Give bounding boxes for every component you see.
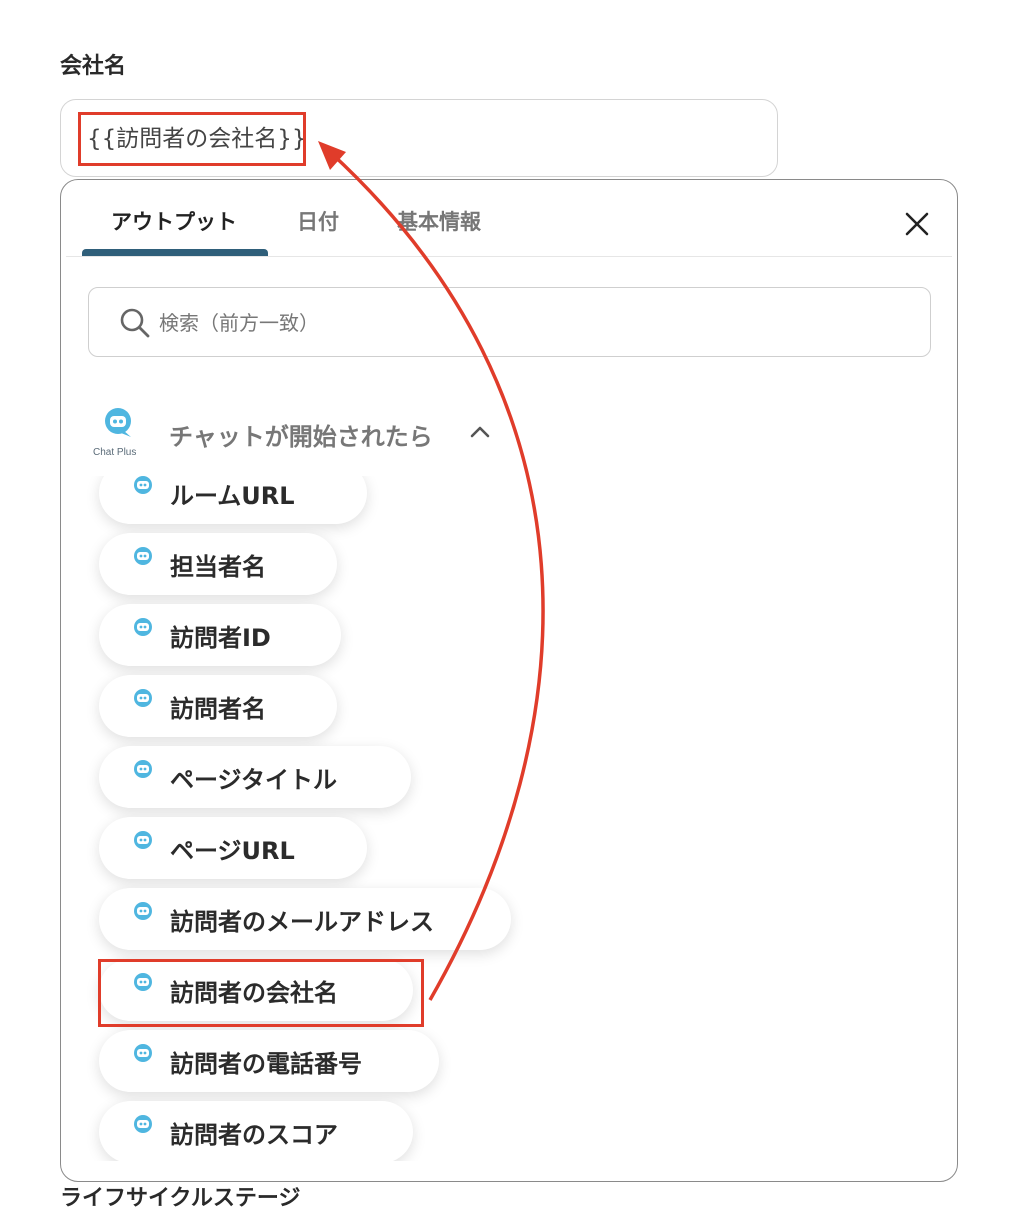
tab-divider (66, 256, 952, 257)
output-item[interactable]: 訪問者のスコア (99, 1101, 413, 1161)
group-title: チャットが開始されたら (169, 423, 433, 451)
chevron-up-icon[interactable] (469, 425, 491, 439)
output-item-label: 訪問者の会社名 (170, 979, 338, 1007)
tab-basic-info[interactable]: 基本情報 (397, 206, 481, 236)
chat-plus-logo: Chat Plus (93, 408, 136, 458)
output-item[interactable]: 訪問者のメールアドレス (99, 888, 511, 950)
output-item-label: 訪問者名 (170, 695, 266, 723)
output-item-label: ルームURL (170, 482, 295, 510)
tab-date[interactable]: 日付 (297, 206, 339, 236)
group-header-chat-started[interactable]: Chat Plus チャットが開始されたら (91, 407, 511, 463)
field-value-token[interactable]: {{訪問者の会社名}} (78, 112, 306, 166)
output-item-highlighted[interactable]: 訪問者の会社名 (99, 959, 413, 1021)
chat-plus-logo (134, 547, 152, 565)
chat-plus-logo (134, 831, 152, 849)
chat-plus-logo (134, 1115, 152, 1133)
close-icon (905, 212, 929, 236)
output-item-label: 訪問者のメールアドレス (170, 908, 434, 936)
chat-plus-logo (134, 902, 152, 920)
search-input[interactable] (157, 300, 901, 346)
output-picker-panel: アウトプット 日付 基本情報 Chat Plus チャットが開始されたら (60, 179, 958, 1182)
close-button[interactable] (899, 206, 935, 242)
output-item[interactable]: 訪問者の電話番号 (99, 1030, 439, 1092)
output-item-label: ページURL (170, 837, 295, 865)
output-item[interactable]: 訪問者名 (99, 675, 337, 737)
next-field-label: ライフサイクルステージ (60, 1186, 301, 1211)
output-item[interactable]: ページタイトル (99, 746, 411, 808)
svg-text:Chat Plus: Chat Plus (93, 447, 136, 458)
search-box (88, 287, 931, 357)
chat-plus-logo (134, 476, 152, 494)
tab-output[interactable]: アウトプット (111, 206, 237, 236)
output-item-label: 訪問者の電話番号 (170, 1050, 362, 1078)
output-item-label: 担当者名 (170, 553, 266, 581)
output-item[interactable]: ルームURL (99, 476, 367, 524)
output-item[interactable]: ページURL (99, 817, 367, 879)
chat-plus-logo (134, 689, 152, 707)
output-item[interactable]: 訪問者ID (99, 604, 341, 666)
chat-plus-logo (134, 1044, 152, 1062)
output-item[interactable]: 担当者名 (99, 533, 337, 595)
field-label: 会社名 (60, 54, 127, 79)
chat-plus-logo (134, 618, 152, 636)
chat-plus-logo (134, 760, 152, 778)
search-icon (120, 308, 150, 338)
output-item-list: ルームURL 担当者名 訪問者ID 訪問者名 ページタイトル ページURL 訪問… (61, 476, 957, 1161)
chat-plus-logo (134, 973, 152, 991)
output-item-label: ページタイトル (170, 766, 338, 794)
output-item-label: 訪問者のスコア (170, 1121, 338, 1149)
output-item-label: 訪問者ID (170, 624, 271, 652)
